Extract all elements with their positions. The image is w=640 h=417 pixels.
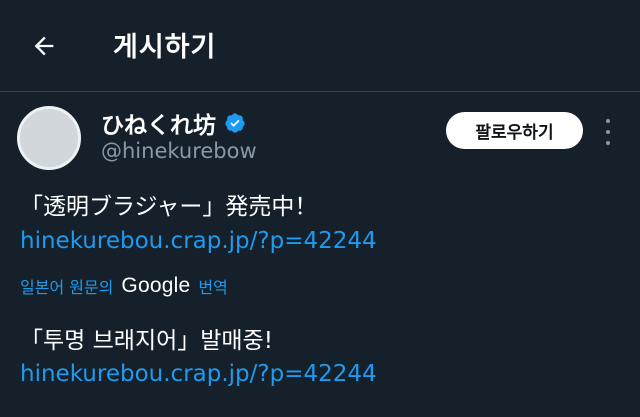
page-title: 게시하기 bbox=[113, 32, 217, 63]
post-detail-screen: 게시하기 ひねくれ坊 @hinekurebow 팔로우하기 「透明ブラジャー」発… bbox=[0, 0, 640, 417]
verified-badge-icon bbox=[225, 113, 245, 133]
top-bar: 게시하기 bbox=[0, 0, 640, 92]
author-handle[interactable]: @hinekurebow bbox=[101, 139, 257, 163]
translation-attribution[interactable]: 일본어 원문의 Google 번역 bbox=[20, 274, 228, 298]
more-options-button[interactable] bbox=[598, 119, 618, 145]
post-translated-link[interactable]: hinekurebou.crap.jp/?p=42244 bbox=[20, 361, 377, 387]
more-vertical-icon-dot bbox=[606, 141, 610, 145]
author-name-row[interactable]: ひねくれ坊 bbox=[101, 106, 246, 140]
avatar[interactable] bbox=[17, 106, 81, 170]
post-original-link[interactable]: hinekurebou.crap.jp/?p=42244 bbox=[20, 228, 377, 254]
translate-suffix: 번역 bbox=[198, 278, 228, 297]
back-button[interactable] bbox=[28, 30, 60, 62]
more-vertical-icon-dot bbox=[606, 119, 610, 123]
post-original-text: 「透明ブラジャー」発売中！ bbox=[20, 194, 318, 220]
post-translated-text: 「투명 브래지어」발매중! bbox=[20, 328, 273, 354]
arrow-left-icon bbox=[34, 36, 54, 56]
more-vertical-icon-dot bbox=[606, 130, 610, 134]
translate-prefix: 일본어 원문의 bbox=[20, 278, 114, 297]
author-display-name: ひねくれ坊 bbox=[101, 113, 216, 139]
google-logo: Google bbox=[121, 274, 191, 297]
follow-button[interactable]: 팔로우하기 bbox=[446, 112, 583, 149]
